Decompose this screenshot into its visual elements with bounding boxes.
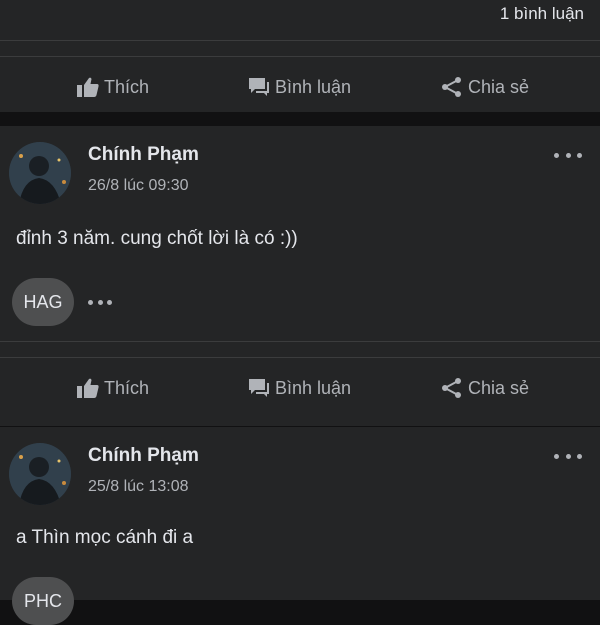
post-text: đỉnh 3 năm. cung chốt lời là có :)) [16, 228, 298, 249]
post-timestamp[interactable]: 25/8 lúc 13:08 [88, 478, 189, 496]
like-label: Thích [104, 377, 150, 398]
like-button[interactable]: Thích [76, 368, 149, 408]
post-card: Chính Phạm 25/8 lúc 13:08 a Thìn mọc cán… [0, 427, 600, 625]
divider [0, 40, 600, 41]
avatar-image [9, 443, 71, 505]
comment-count[interactable]: 1 bình luận [500, 4, 584, 24]
avatar[interactable] [9, 142, 71, 204]
action-bar: Thích Bình luận Chia sẻ [0, 67, 600, 107]
previous-post-footer: 1 bình luận Thích Bình luận Chia sẻ [0, 0, 600, 112]
share-label: Chia sẻ [468, 76, 530, 97]
more-options-icon[interactable] [554, 449, 582, 463]
divider [0, 357, 600, 358]
reaction-chip[interactable]: HAG [12, 278, 74, 326]
comment-button[interactable]: Bình luận [247, 67, 351, 107]
thumbs-up-icon [77, 77, 99, 97]
divider [0, 56, 600, 57]
comment-icon [249, 78, 269, 96]
comment-label: Bình luận [275, 76, 352, 97]
avatar[interactable] [9, 443, 71, 505]
divider [0, 341, 600, 342]
like-button[interactable]: Thích [76, 67, 149, 107]
comment-button[interactable]: Bình luận [247, 368, 351, 408]
author-name[interactable]: Chính Phạm [88, 445, 199, 467]
post-timestamp[interactable]: 26/8 lúc 09:30 [88, 177, 189, 195]
share-button[interactable]: Chia sẻ [440, 368, 529, 408]
post-card: Chính Phạm 26/8 lúc 09:30 đỉnh 3 năm. cu… [0, 126, 600, 426]
more-options-icon[interactable] [554, 148, 582, 162]
reaction-chip[interactable]: PHC [12, 577, 74, 625]
comment-icon [249, 379, 269, 397]
action-bar: Thích Bình luận Chia sẻ [0, 368, 600, 408]
share-label: Chia sẻ [468, 377, 530, 398]
share-icon [442, 77, 461, 97]
author-name[interactable]: Chính Phạm [88, 144, 199, 166]
share-icon [442, 378, 461, 398]
post-text: a Thìn mọc cánh đi a [16, 527, 194, 548]
avatar-image [9, 142, 71, 204]
more-reactions-icon[interactable] [88, 297, 112, 307]
like-label: Thích [104, 76, 150, 97]
share-button[interactable]: Chia sẻ [440, 67, 529, 107]
thumbs-up-icon [77, 378, 99, 398]
comment-label: Bình luận [275, 377, 352, 398]
